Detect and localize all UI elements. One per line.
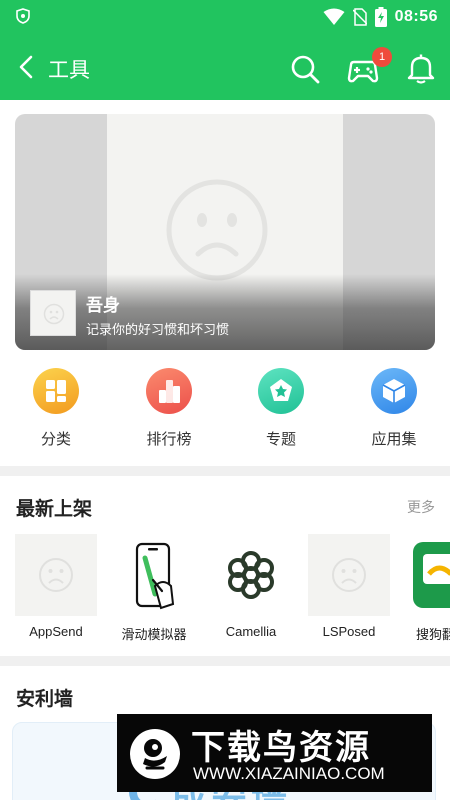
sogou-icon [405, 534, 450, 616]
featured-banner[interactable]: 吾身 记录你的好习惯和坏习惯 [15, 114, 435, 350]
app-name: LSPosed [322, 624, 376, 639]
app-name: 滑动模拟器 [121, 627, 187, 642]
search-icon[interactable] [289, 53, 321, 85]
status-time: 08:56 [394, 8, 438, 25]
placeholder-sad-icon [166, 179, 268, 281]
list-item[interactable]: LSPosed [301, 534, 397, 639]
watermark: 下载鸟资源 WWW.XIAZAINIAO.COM [117, 714, 432, 792]
section-divider [0, 656, 450, 666]
watermark-title: 下载鸟资源 [191, 728, 371, 768]
status-bar: 08:56 [0, 0, 450, 34]
newest-section-title: 最新上架 [16, 498, 93, 520]
list-item[interactable]: 搜狗翻 [405, 534, 450, 643]
app-name: AppSend [29, 624, 83, 639]
back-arrow-icon[interactable] [14, 54, 40, 80]
content-area: 吾身 记录你的好习惯和坏习惯 分类 排行榜 专题 应用集 最新上架 更多 App… [0, 100, 450, 800]
notification-badge: 1 [372, 47, 392, 67]
banner-app-name: 吾身 [86, 296, 120, 316]
quick-nav-collection[interactable]: 应用集 [349, 368, 439, 449]
banner-app-description: 记录你的好习惯和坏习惯 [86, 323, 230, 338]
placeholder-sad-icon [15, 534, 97, 616]
quick-nav-label: 分类 [40, 430, 71, 448]
watermark-url: WWW.XIAZAINIAO.COM [193, 764, 385, 783]
wall-section-title: 安利墙 [16, 688, 74, 710]
banner-shade [15, 274, 435, 350]
collection-cube-icon [371, 368, 417, 414]
no-sim-icon [352, 8, 367, 26]
page-title: 工具 [48, 58, 90, 82]
topic-star-icon [258, 368, 304, 414]
app-name: 搜狗翻 [416, 627, 450, 642]
category-icon [33, 368, 79, 414]
newest-app-list: AppSend 滑动模拟器 Camellia LSPosed 搜狗翻 [0, 534, 450, 654]
placeholder-sad-icon [43, 303, 65, 325]
bird-logo-icon [130, 729, 180, 779]
list-item[interactable]: AppSend [8, 534, 104, 639]
placeholder-sad-icon [308, 534, 390, 616]
quick-nav-category[interactable]: 分类 [11, 368, 101, 449]
ranking-icon [146, 368, 192, 414]
list-item[interactable]: 滑动模拟器 [106, 534, 202, 643]
battery-charging-icon [374, 7, 387, 27]
list-item[interactable]: Camellia [203, 534, 299, 639]
app-name: Camellia [225, 624, 277, 639]
quick-nav-ranking[interactable]: 排行榜 [124, 368, 214, 449]
wifi-icon [323, 8, 345, 25]
shield-icon [16, 8, 30, 24]
newest-more-link[interactable]: 更多 [407, 497, 435, 517]
quick-nav-label: 专题 [265, 430, 296, 448]
section-divider [0, 466, 450, 476]
quick-nav-topic[interactable]: 专题 [236, 368, 326, 449]
banner-app-icon [30, 290, 76, 336]
bell-icon[interactable] [406, 53, 436, 85]
quick-nav: 分类 排行榜 专题 应用集 [0, 368, 450, 458]
quick-nav-label: 应用集 [371, 430, 417, 448]
app-bar: 工具 1 [0, 34, 450, 100]
phone-swipe-icon [113, 534, 195, 616]
quick-nav-label: 排行榜 [146, 430, 192, 448]
camellia-flower-icon [210, 534, 292, 616]
